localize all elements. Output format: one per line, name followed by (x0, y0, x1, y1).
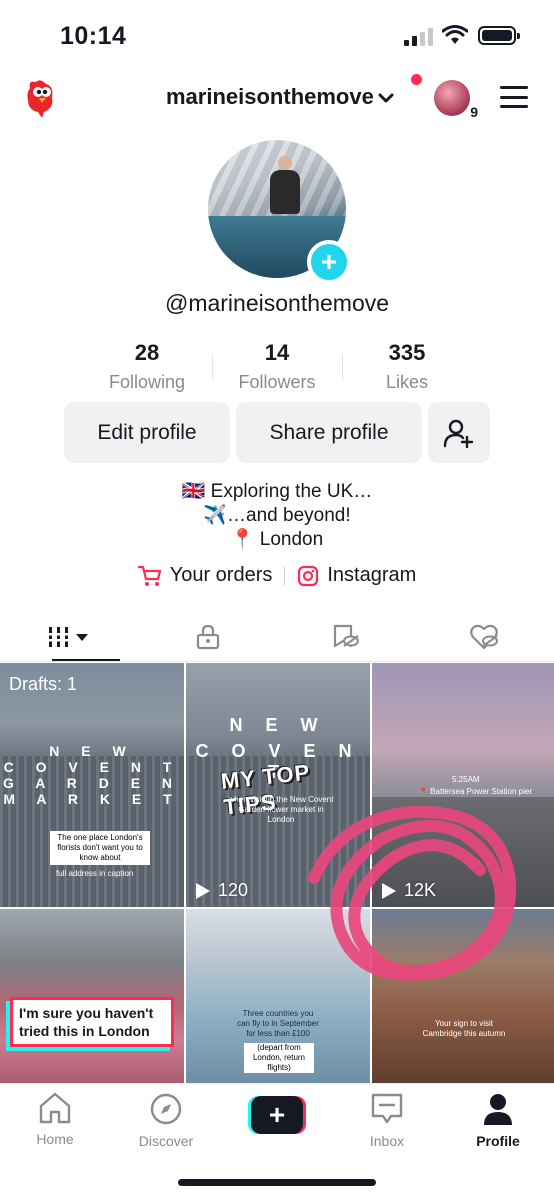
nav-label: Inbox (369, 1133, 405, 1149)
profile-stats: 28 Following 14 Followers 335 Likes (0, 340, 554, 393)
video-thumbnail[interactable]: 5:25AM 📍 Battersea Power Station pier 12… (372, 663, 554, 907)
stat-value: 14 (264, 340, 290, 365)
nav-label: Discover (138, 1133, 194, 1149)
drafts-label: Drafts: 1 (9, 674, 78, 694)
view-count-label: 120 (218, 880, 249, 900)
play-icon (196, 882, 210, 899)
nav-label: Profile (476, 1133, 520, 1149)
profile-content-tabs (0, 612, 554, 662)
battery-icon (478, 26, 520, 45)
stat-followers[interactable]: 14 Followers (212, 340, 342, 393)
divider (284, 566, 286, 585)
stories-avatar[interactable]: 9 (434, 80, 480, 120)
video-grid: N E W C O V E N T G A R D E N M A R K E … (0, 663, 554, 1083)
profile-links: Your orders Instagram (0, 564, 554, 587)
your-orders-link[interactable]: Your orders (137, 564, 273, 587)
profile-person-icon (484, 1094, 512, 1125)
lock-icon (196, 624, 219, 650)
instagram-label: Instagram (327, 564, 417, 586)
bio-line: 📍 London (230, 529, 324, 550)
view-count: 120 (196, 880, 248, 901)
add-story-plus-icon[interactable]: + (307, 240, 351, 284)
notification-dot (411, 74, 422, 85)
stat-likes[interactable]: 335 Likes (342, 340, 472, 393)
stat-value: 28 (134, 340, 160, 365)
stat-label: Following (108, 372, 186, 392)
tab-private[interactable] (139, 612, 278, 662)
shopping-cart-icon (137, 565, 161, 586)
hamburger-menu-icon[interactable] (500, 86, 528, 108)
nav-discover[interactable]: Discover (121, 1092, 211, 1149)
play-icon (382, 882, 396, 899)
video-caption: 5:25AM (452, 775, 480, 784)
tab-saved[interactable] (277, 612, 416, 662)
add-person-icon (443, 419, 474, 448)
profile-header: marineisonthemove 9 (0, 70, 554, 126)
bookmark-hidden-icon (334, 624, 360, 648)
creator-mascot-icon[interactable] (22, 78, 58, 118)
video-subcaption: (depart from London, return flights) (244, 1043, 314, 1073)
sign-text: N E W (49, 743, 135, 759)
stat-label: Followers (238, 372, 316, 392)
chevron-down-icon (378, 88, 394, 109)
tab-liked[interactable] (416, 612, 554, 662)
video-caption: I'm sure you haven't tried this in Londo… (10, 997, 174, 1047)
notification-count-badge: 9 (468, 104, 480, 120)
instagram-link[interactable]: Instagram (297, 564, 416, 587)
create-video-button[interactable]: + (248, 1096, 306, 1134)
username-label: marineisonthemove (166, 84, 374, 109)
stat-following[interactable]: 28 Following (82, 340, 212, 393)
your-orders-label: Your orders (169, 564, 273, 586)
nav-label: Home (36, 1131, 74, 1147)
share-profile-button[interactable]: Share profile (236, 402, 422, 463)
add-friends-button[interactable] (428, 402, 490, 463)
plus-icon: + (251, 1096, 303, 1134)
video-thumbnail[interactable]: Your sign to visit Cambridge this autumn (372, 909, 554, 1083)
video-subcaption: full address in caption (56, 869, 134, 878)
status-bar: 10:14 (0, 0, 554, 70)
bio-line: ✈️…and beyond! (203, 505, 351, 526)
heart-hidden-icon (469, 624, 498, 650)
sign-text: C O V E N T (3, 759, 181, 775)
instagram-icon (298, 565, 319, 586)
compass-icon (150, 1093, 182, 1125)
bio-line: 🇬🇧 Exploring the UK… (181, 481, 373, 502)
account-switcher[interactable]: marineisonthemove (166, 84, 394, 110)
video-thumbnail[interactable]: Three countries you can fly to in Septem… (186, 909, 370, 1083)
nav-home[interactable]: Home (10, 1092, 100, 1147)
video-caption: when visiting the New Covent Garden flow… (228, 795, 334, 824)
video-thumbnail[interactable]: N E W C O V E N T MY TOP TIPS when visit… (186, 663, 370, 907)
profile-action-buttons: Edit profile Share profile (64, 402, 490, 463)
view-count: 12K (382, 880, 436, 901)
profile-handle: @marineisonthemove (164, 290, 390, 316)
sign-text: G A R D E N (2, 775, 182, 791)
stat-label: Likes (385, 372, 429, 392)
video-thumbnail-drafts[interactable]: N E W C O V E N T G A R D E N M A R K E … (0, 663, 184, 907)
inbox-icon (371, 1093, 403, 1124)
video-caption: Your sign to visit Cambridge this autumn (422, 1019, 506, 1038)
home-icon (39, 1092, 71, 1124)
video-caption: Three countries you can fly to in Septem… (237, 1009, 319, 1038)
profile-bio: 🇬🇧 Exploring the UK… ✈️…and beyond! 📍 Lo… (0, 480, 554, 552)
stat-value: 335 (388, 340, 426, 365)
nav-inbox[interactable]: Inbox (342, 1092, 432, 1149)
tab-videos[interactable] (0, 612, 139, 662)
edit-profile-button[interactable]: Edit profile (64, 402, 230, 463)
nav-profile[interactable]: Profile (453, 1092, 543, 1149)
home-indicator (178, 1179, 376, 1186)
cellular-signal-icon (404, 28, 433, 46)
sign-text: M A R K E T (3, 791, 181, 807)
video-thumbnail[interactable]: I'm sure you haven't tried this in Londo… (0, 909, 184, 1083)
clock: 10:14 (60, 22, 127, 50)
video-location: 📍 Battersea Power Station pier (418, 787, 533, 796)
video-caption: The one place London's florists don't wa… (50, 831, 150, 865)
wifi-icon (442, 25, 468, 44)
view-count-label: 12K (404, 880, 437, 900)
video-grid-icon (47, 627, 89, 647)
sign-text: N E W (229, 715, 327, 735)
